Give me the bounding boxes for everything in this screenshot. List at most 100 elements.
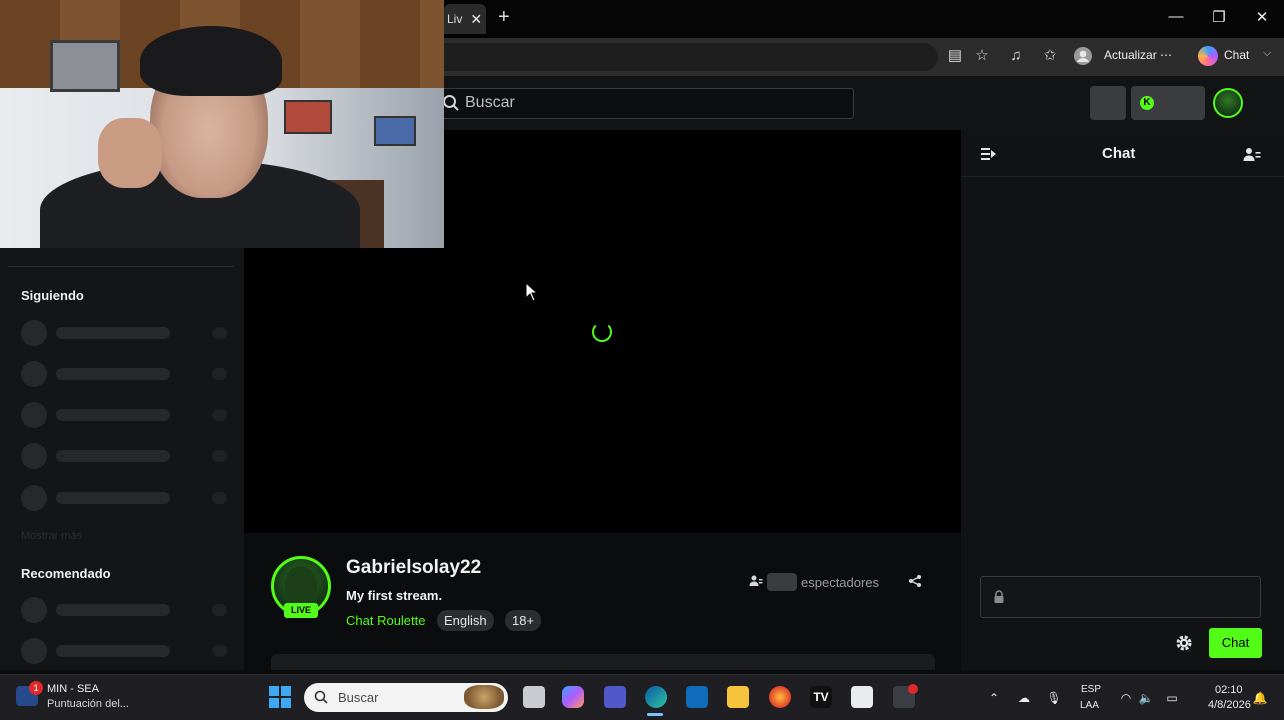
chevron-down-icon[interactable]: ⌵ bbox=[1263, 47, 1271, 60]
webcam-frame bbox=[374, 116, 416, 146]
webcam-frame bbox=[284, 100, 332, 134]
update-button[interactable]: Actualizar ⋯ bbox=[1104, 48, 1172, 62]
mouse-cursor-icon bbox=[525, 282, 539, 302]
skeleton-avatar bbox=[21, 597, 47, 623]
show-hidden-icons-icon[interactable]: ⌃ bbox=[986, 690, 1002, 706]
notification-badge: 1 bbox=[29, 681, 43, 695]
favorites-icon[interactable]: ✩ bbox=[1040, 46, 1060, 66]
media-icon[interactable]: ♫ bbox=[1006, 46, 1026, 66]
skeleton-dot bbox=[212, 327, 227, 339]
skeleton-line bbox=[56, 604, 170, 616]
language-indicator[interactable]: ESP bbox=[1081, 684, 1101, 695]
webcam-person-hair bbox=[140, 26, 282, 96]
favorite-star-icon[interactable]: ☆ bbox=[972, 46, 992, 66]
streamer-name[interactable]: Gabrielsolay22 bbox=[346, 557, 481, 579]
chat-header-divider bbox=[961, 176, 1284, 177]
app-badge bbox=[908, 684, 918, 694]
kick-icon: K bbox=[1140, 96, 1154, 110]
microphone-icon[interactable]: 🎙 bbox=[1046, 690, 1062, 706]
copilot-label[interactable]: Chat bbox=[1224, 48, 1249, 62]
viewer-icon bbox=[749, 575, 763, 586]
avatar-figure bbox=[285, 566, 317, 602]
reading-view-icon[interactable]: ▤ bbox=[945, 46, 965, 66]
following-heading: Siguiendo bbox=[21, 288, 84, 303]
keyboard-layout[interactable]: LAA bbox=[1080, 700, 1099, 711]
widget-title[interactable]: MIN - SEA bbox=[47, 683, 99, 695]
minimize-button[interactable]: — bbox=[1166, 8, 1186, 28]
clock-date[interactable]: 4/8/2026 bbox=[1208, 699, 1251, 711]
skeleton-dot bbox=[212, 450, 227, 462]
header-button[interactable] bbox=[1090, 86, 1126, 120]
cloud-icon[interactable]: ☁ bbox=[1016, 690, 1032, 706]
chat-title: Chat bbox=[1102, 145, 1136, 162]
more-icon[interactable]: ⋯ bbox=[1160, 48, 1172, 62]
tag-language[interactable]: English bbox=[437, 610, 494, 631]
recommended-heading: Recomendado bbox=[21, 566, 111, 581]
loading-spinner-icon bbox=[592, 322, 612, 342]
live-badge: LIVE bbox=[284, 603, 318, 618]
skeleton-line bbox=[56, 327, 170, 339]
stream-title: My first stream. bbox=[346, 588, 443, 603]
active-app-indicator bbox=[647, 713, 663, 716]
show-more-link[interactable]: Mostrar más bbox=[21, 530, 82, 542]
clock-time[interactable]: 02:10 bbox=[1215, 684, 1243, 696]
skeleton-avatar bbox=[21, 361, 47, 387]
address-bar[interactable] bbox=[430, 43, 938, 71]
skeleton-avatar bbox=[21, 402, 47, 428]
skeleton-line bbox=[56, 368, 170, 380]
notifications-icon[interactable]: 🔔 bbox=[1252, 690, 1268, 706]
edge-icon[interactable] bbox=[645, 686, 667, 708]
taskbar-search-icon bbox=[314, 690, 328, 704]
wifi-icon[interactable]: ◠ bbox=[1118, 690, 1134, 706]
mail-icon[interactable] bbox=[686, 686, 708, 708]
profile-icon[interactable] bbox=[1073, 46, 1093, 66]
sidebar-divider bbox=[8, 266, 234, 267]
task-view-icon[interactable] bbox=[523, 686, 545, 708]
start-menu-icon[interactable] bbox=[269, 686, 291, 708]
skeleton-line bbox=[56, 450, 170, 462]
maximize-button[interactable]: ❐ bbox=[1209, 8, 1229, 28]
share-icon[interactable] bbox=[908, 574, 922, 588]
tab-close-icon[interactable]: ✕ bbox=[470, 11, 482, 28]
webcam-shelf bbox=[50, 40, 120, 92]
chat-send-button[interactable]: Chat bbox=[1209, 628, 1262, 658]
settings-icon[interactable] bbox=[1175, 634, 1193, 652]
widget-subtitle[interactable]: Puntuación del... bbox=[47, 698, 129, 710]
taskbar-search-label: Buscar bbox=[338, 690, 379, 705]
about-panel bbox=[271, 654, 935, 670]
file-explorer-icon[interactable] bbox=[727, 686, 749, 708]
skeleton-dot bbox=[212, 492, 227, 504]
category-link[interactable]: Chat Roulette bbox=[346, 613, 426, 628]
webcam-person-hand bbox=[98, 118, 162, 188]
skeleton-line bbox=[56, 645, 170, 657]
skeleton-avatar bbox=[21, 443, 47, 469]
firefox-icon[interactable] bbox=[769, 686, 791, 708]
skeleton-dot bbox=[212, 645, 227, 657]
tag-age[interactable]: 18+ bbox=[505, 610, 542, 631]
skeleton-line bbox=[56, 492, 170, 504]
skeleton-avatar bbox=[21, 638, 47, 664]
tradingview-icon[interactable]: TV bbox=[810, 686, 832, 708]
new-tab-button[interactable]: + bbox=[498, 6, 518, 30]
search-icon bbox=[443, 95, 459, 111]
close-window-button[interactable]: ✕ bbox=[1252, 8, 1272, 28]
copilot-icon[interactable] bbox=[1198, 46, 1218, 66]
copilot-app-icon[interactable] bbox=[562, 686, 584, 708]
webcam-overlay bbox=[0, 0, 444, 248]
browser-tab[interactable]: Liv ✕ bbox=[444, 4, 486, 34]
teams-icon[interactable] bbox=[604, 686, 626, 708]
skeleton-dot bbox=[212, 604, 227, 616]
skeleton-avatar bbox=[21, 320, 47, 346]
notepad-icon[interactable] bbox=[851, 686, 873, 708]
search-highlight-icon bbox=[464, 685, 504, 709]
chat-users-icon[interactable] bbox=[1243, 146, 1261, 162]
volume-icon[interactable]: 🔈 bbox=[1138, 690, 1154, 706]
chat-input[interactable] bbox=[980, 576, 1261, 618]
skeleton-line bbox=[56, 409, 170, 421]
viewer-label: espectadores bbox=[801, 575, 880, 590]
viewer-count-placeholder bbox=[767, 573, 797, 591]
user-avatar[interactable] bbox=[1213, 88, 1243, 118]
skeleton-dot bbox=[212, 409, 227, 421]
collapse-chat-icon[interactable] bbox=[980, 146, 998, 162]
battery-icon[interactable]: ▭ bbox=[1164, 690, 1180, 706]
